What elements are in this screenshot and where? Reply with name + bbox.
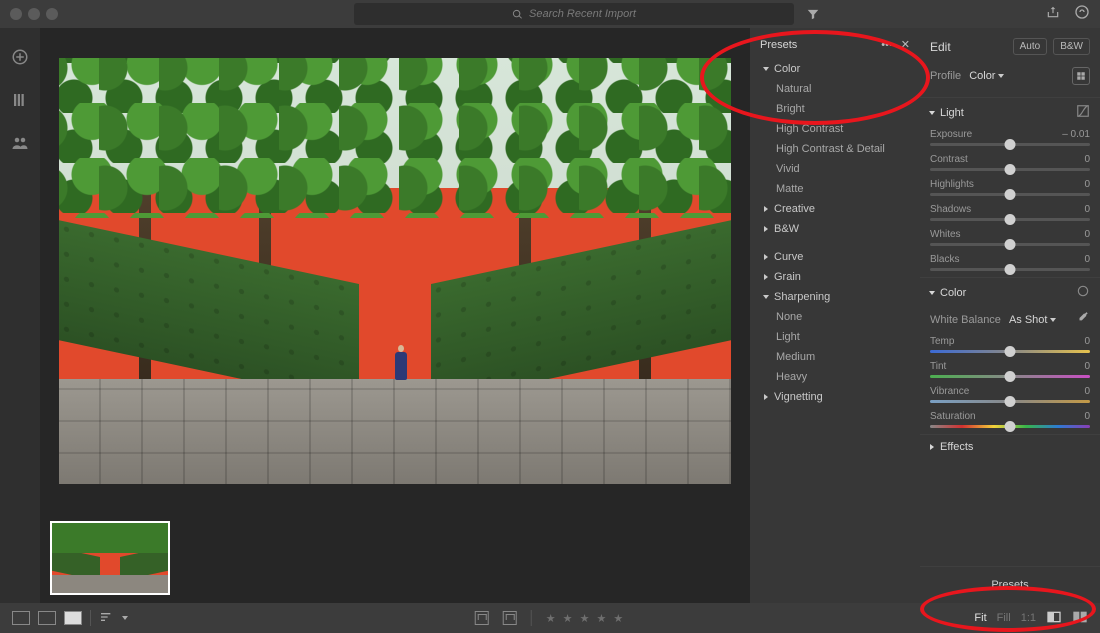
- slider-shadows[interactable]: Shadows0: [920, 202, 1100, 227]
- search-input[interactable]: Search Recent Import: [354, 3, 794, 25]
- add-photos-button[interactable]: [11, 48, 29, 71]
- section-label: Color: [940, 287, 966, 299]
- slider-exposure[interactable]: Exposure– 0.01: [920, 127, 1100, 152]
- presets-close-icon[interactable]: ✕: [901, 38, 910, 51]
- thumbnail[interactable]: [50, 521, 170, 595]
- preset-group-color[interactable]: Color: [750, 59, 920, 79]
- section-label: Effects: [940, 441, 973, 453]
- auto-button[interactable]: Auto: [1013, 38, 1048, 55]
- flag-pick-icon[interactable]: [475, 611, 489, 625]
- wb-label: White Balance: [930, 314, 1001, 326]
- eyedropper-icon[interactable]: [1076, 311, 1090, 328]
- color-mixer-icon[interactable]: [1076, 284, 1090, 301]
- grid-view-icon[interactable]: [12, 611, 30, 625]
- preset-group-label: Sharpening: [774, 291, 830, 303]
- show-original-icon[interactable]: [1046, 609, 1062, 628]
- preset-item-high-contrast[interactable]: High Contrast: [750, 119, 920, 139]
- bw-button[interactable]: B&W: [1053, 38, 1090, 55]
- minimize-icon[interactable]: [28, 8, 40, 20]
- all-photos-icon[interactable]: [11, 91, 29, 114]
- presets-panel: Presets ••• ✕ Color Natural Bright High …: [750, 28, 920, 603]
- cloud-sync-icon[interactable]: [1074, 4, 1090, 25]
- section-color[interactable]: Color: [920, 277, 1100, 307]
- tone-curve-icon[interactable]: [1076, 104, 1090, 121]
- people-icon[interactable]: [11, 134, 29, 157]
- preset-item-matte[interactable]: Matte: [750, 179, 920, 199]
- preset-item-sharp-heavy[interactable]: Heavy: [750, 367, 920, 387]
- compare-icon[interactable]: [1072, 609, 1088, 628]
- preset-group-label: Vignetting: [774, 391, 823, 403]
- section-light[interactable]: Light: [920, 97, 1100, 127]
- footer-toolbar: ★ ★ ★ ★ ★ Fit Fill 1:1: [0, 603, 1100, 633]
- close-icon[interactable]: [10, 8, 22, 20]
- preset-item-sharp-light[interactable]: Light: [750, 327, 920, 347]
- zoom-fill[interactable]: Fill: [997, 612, 1011, 624]
- slider-tint[interactable]: Tint0: [920, 359, 1100, 384]
- edit-title: Edit: [930, 40, 951, 54]
- slider-saturation[interactable]: Saturation0: [920, 409, 1100, 434]
- detail-view-icon[interactable]: [64, 611, 82, 625]
- preset-item-vivid[interactable]: Vivid: [750, 159, 920, 179]
- slider-whites[interactable]: Whites0: [920, 227, 1100, 252]
- presets-more-icon[interactable]: •••: [881, 39, 893, 51]
- traffic-lights: [10, 8, 58, 20]
- rating-stars[interactable]: ★ ★ ★ ★ ★: [546, 612, 626, 625]
- slider-contrast[interactable]: Contrast0: [920, 152, 1100, 177]
- main-photo[interactable]: [59, 58, 731, 484]
- section-effects[interactable]: Effects: [920, 434, 1100, 459]
- presets-title: Presets: [760, 39, 797, 51]
- preset-group-label: Color: [774, 63, 800, 75]
- preset-group-creative[interactable]: Creative: [750, 199, 920, 219]
- filter-icon[interactable]: [806, 0, 820, 28]
- slider-temp[interactable]: Temp0: [920, 334, 1100, 359]
- share-icon[interactable]: [1046, 5, 1060, 24]
- slider-highlights[interactable]: Highlights0: [920, 177, 1100, 202]
- preset-group-label: B&W: [774, 223, 799, 235]
- profile-label: Profile: [930, 70, 961, 82]
- slider-blacks[interactable]: Blacks0: [920, 252, 1100, 277]
- sort-chevron-icon[interactable]: [122, 616, 128, 620]
- search-placeholder: Search Recent Import: [529, 8, 636, 20]
- square-view-icon[interactable]: [38, 611, 56, 625]
- preset-group-sharpening[interactable]: Sharpening: [750, 287, 920, 307]
- preset-item-sharp-medium[interactable]: Medium: [750, 347, 920, 367]
- zoom-fit[interactable]: Fit: [974, 612, 986, 624]
- preset-group-label: Curve: [774, 251, 803, 263]
- slider-vibrance[interactable]: Vibrance0: [920, 384, 1100, 409]
- profile-select[interactable]: Color: [969, 70, 1003, 82]
- preset-item-bright[interactable]: Bright: [750, 99, 920, 119]
- search-icon: [512, 9, 523, 20]
- zoom-1to1[interactable]: 1:1: [1021, 612, 1036, 624]
- preset-group-grain[interactable]: Grain: [750, 267, 920, 287]
- sort-icon[interactable]: [99, 609, 115, 628]
- preset-item-high-contrast-detail[interactable]: High Contrast & Detail: [750, 139, 920, 159]
- profile-browser-icon[interactable]: [1072, 67, 1090, 85]
- preset-group-curve[interactable]: Curve: [750, 247, 920, 267]
- preset-group-bw[interactable]: B&W: [750, 219, 920, 239]
- preset-group-label: Creative: [774, 203, 815, 215]
- edit-panel: Edit Auto B&W Profile Color Light Exposu…: [920, 28, 1100, 603]
- preset-item-natural[interactable]: Natural: [750, 79, 920, 99]
- preset-group-label: Grain: [774, 271, 801, 283]
- presets-button[interactable]: Presets: [920, 566, 1100, 603]
- preset-item-sharp-none[interactable]: None: [750, 307, 920, 327]
- wb-select[interactable]: As Shot: [1009, 314, 1056, 326]
- photo-viewer-area: [40, 28, 750, 603]
- filmstrip: [40, 513, 750, 603]
- window-titlebar: Search Recent Import: [0, 0, 1100, 28]
- zoom-icon[interactable]: [46, 8, 58, 20]
- section-label: Light: [940, 107, 964, 119]
- flag-reject-icon[interactable]: [503, 611, 517, 625]
- left-rail: [0, 28, 40, 603]
- preset-group-vignetting[interactable]: Vignetting: [750, 387, 920, 407]
